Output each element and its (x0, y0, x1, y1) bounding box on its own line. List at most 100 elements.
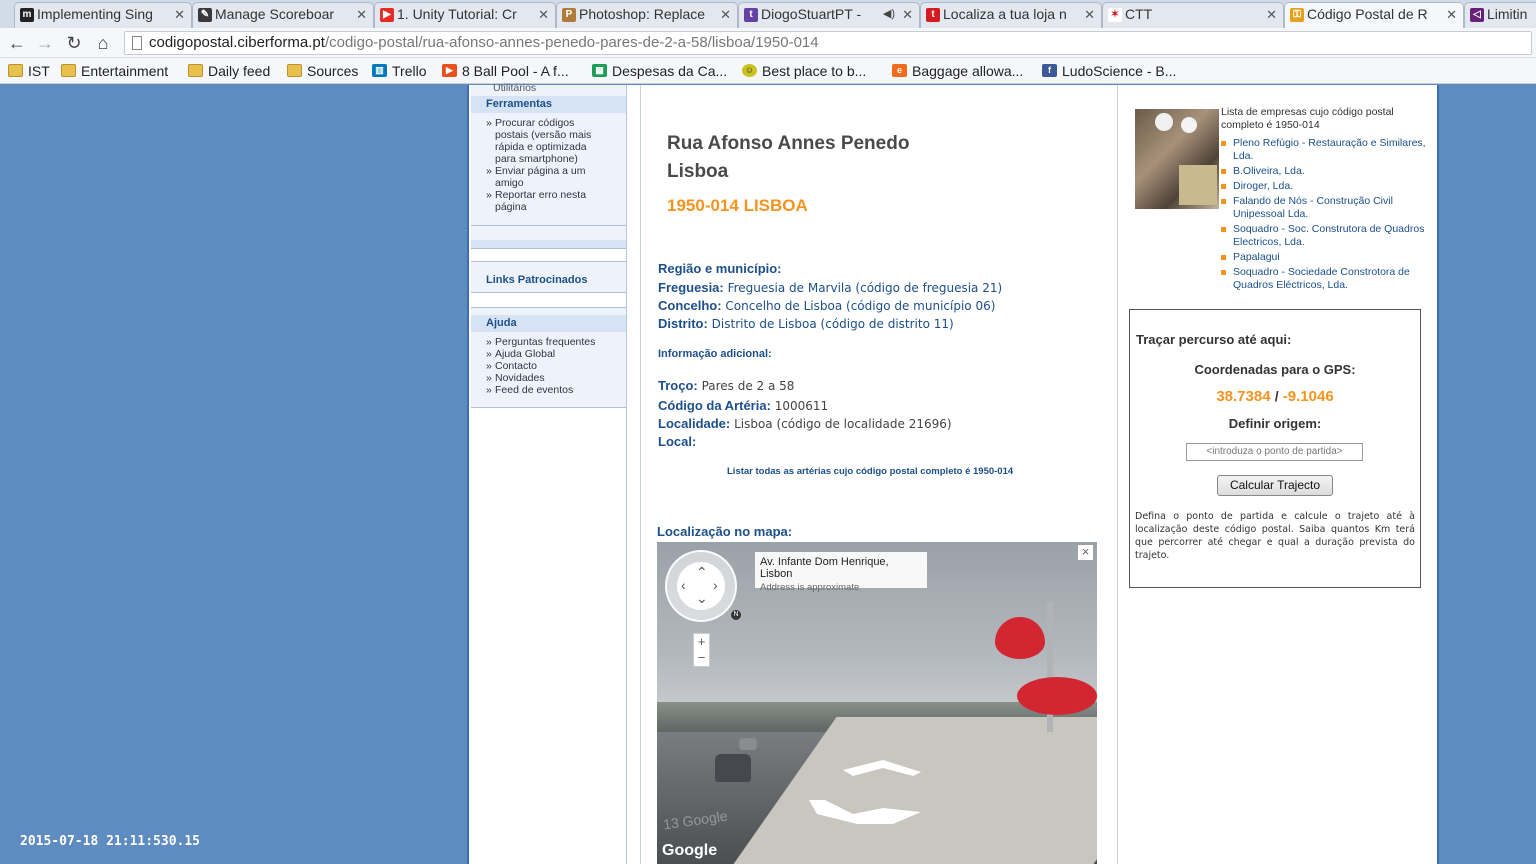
tab-scoreboard[interactable]: ✎ Manage Scoreboar ✕ (192, 2, 374, 28)
ads-description: Lista de empresas cujo código postal com… (1221, 106, 1394, 131)
tab-ctt[interactable]: ✶ CTT ✕ (1102, 2, 1284, 28)
close-icon[interactable]: ✕ (1266, 7, 1277, 23)
t-icon: t (926, 8, 940, 22)
down-icon[interactable]: ⌄ (696, 590, 708, 607)
recording-timestamp: 2015-07-18 21:11:530.15 (20, 834, 201, 849)
link-contacto[interactable]: Contacto (486, 360, 616, 372)
gps-coordinates: 38.7384 / -9.1046 (1130, 388, 1420, 405)
street-view[interactable]: ⌃ ‹ › ⌄ N + − Av. Infante Dom Henrique, … (657, 542, 1097, 864)
freguesia-row: Freguesia: Freguesia de Marvila (código … (658, 280, 1002, 295)
company-link[interactable]: Falando de Nós - Construção Civil Unipes… (1221, 195, 1426, 221)
coord-separator: / (1274, 388, 1279, 404)
address-bar[interactable]: codigopostal.ciberforma.pt/codigo-postal… (124, 31, 1532, 55)
sv-address-box: Av. Infante Dom Henrique, Lisbon Address… (755, 552, 927, 593)
tab-localiza[interactable]: t Localiza a tua loja n ✕ (920, 2, 1102, 28)
key-icon: ⚿ (1290, 8, 1304, 22)
concelho-row: Concelho: Concelho de Lisboa (código de … (658, 298, 995, 313)
close-icon[interactable]: ✕ (720, 7, 731, 23)
bookmark-best-place[interactable]: ☺ Best place to b... (742, 61, 866, 81)
company-link[interactable]: Pleno Refúgio - Restauração e Similares,… (1221, 137, 1426, 163)
close-icon[interactable]: ✕ (356, 7, 367, 23)
up-icon[interactable]: ⌃ (696, 564, 708, 581)
m-icon: m (20, 8, 34, 22)
link-procurar-codigos[interactable]: Procurar códigos postais (versão mais rá… (486, 117, 608, 165)
company-link[interactable]: Soquadro - Soc. Construtora de Quadros E… (1221, 223, 1426, 249)
tab-limiting[interactable]: ◁ Limitin (1464, 2, 1536, 28)
company-link[interactable]: Papalagui (1221, 251, 1426, 264)
back-arrow-icon[interactable] (809, 800, 921, 824)
zoom-in-button[interactable]: + (694, 634, 709, 650)
link-ajuda-global[interactable]: Ajuda Global (486, 348, 616, 360)
bookmark-ist[interactable]: IST (8, 61, 50, 81)
divider (471, 261, 626, 262)
close-icon[interactable]: × (1078, 545, 1093, 560)
compass-n: N (731, 610, 741, 620)
tab-label: Código Postal de R (1307, 6, 1428, 22)
folder-icon (61, 64, 76, 77)
concelho-value[interactable]: Concelho de Lisboa (código de município … (725, 299, 995, 313)
link-novidades[interactable]: Novidades (486, 372, 616, 384)
right-icon[interactable]: › (713, 577, 718, 593)
ctt-icon: ✶ (1108, 8, 1122, 22)
company-link[interactable]: Diroger, Lda. (1221, 180, 1426, 193)
tab-unity[interactable]: ▶ 1. Unity Tutorial: Cr ✕ (374, 2, 556, 28)
bookmark-daily-feed[interactable]: Daily feed (188, 61, 270, 81)
company-link[interactable]: Soquadro - Sociedade Constrotora de Quad… (1221, 266, 1426, 292)
reload-icon[interactable]: ↻ (63, 32, 85, 54)
forward-icon[interactable]: → (34, 32, 56, 54)
company-link[interactable]: B.Oliveira, Lda. (1221, 165, 1426, 178)
forward-arrow-icon[interactable] (843, 760, 921, 776)
left-icon[interactable]: ‹ (681, 577, 686, 593)
tab-photoshop[interactable]: P Photoshop: Replace ✕ (556, 2, 738, 28)
divider (471, 225, 626, 226)
zoom-out-button[interactable]: − (694, 650, 709, 666)
tab-label: DiogoStuartPT - (761, 6, 862, 22)
close-icon[interactable]: ✕ (538, 7, 549, 23)
link-reportar-erro[interactable]: Reportar erro nesta página (486, 189, 608, 213)
bookmark-despesas[interactable]: ▦ Despesas da Ca... (592, 61, 727, 81)
bookmark-8ball[interactable]: ▶ 8 Ball Pool - A f... (442, 61, 569, 81)
tab-codigo-postal[interactable]: ⚿ Código Postal de R ✕ (1284, 2, 1464, 28)
tab-twitch[interactable]: t DiogoStuartPT - ◀) ✕ (738, 2, 920, 28)
bookmark-ludoscience[interactable]: f LudoScience - B... (1042, 61, 1176, 81)
origin-input[interactable]: <introduza o ponto de partida> (1186, 443, 1363, 461)
freguesia-value[interactable]: Freguesia de Marvila (código de freguesi… (728, 281, 1003, 295)
link-feed-eventos[interactable]: Feed de eventos (486, 384, 616, 396)
vs-icon: ◁ (1470, 8, 1484, 22)
bookmark-baggage[interactable]: e Baggage allowa... (892, 61, 1023, 81)
photoshop-icon: P (562, 8, 576, 22)
close-icon[interactable]: ✕ (174, 7, 185, 23)
distrito-value[interactable]: Distrito de Lisboa (código de distrito 1… (712, 317, 954, 331)
ferramentas-list: Procurar códigos postais (versão mais rá… (486, 117, 608, 213)
info-title: Informação adicional: (658, 348, 772, 360)
home-icon[interactable]: ⌂ (92, 32, 114, 54)
browser-toolbar: ← → ↻ ⌂ codigopostal.ciberforma.pt/codig… (0, 28, 1536, 58)
arteria-value: 1000611 (774, 399, 829, 413)
scoreboard-icon: ✎ (198, 8, 212, 22)
bookmark-sources[interactable]: Sources (287, 61, 358, 81)
close-icon[interactable]: ✕ (902, 7, 913, 23)
back-icon[interactable]: ← (6, 32, 28, 54)
calcular-trajecto-button[interactable]: Calcular Trajecto (1217, 475, 1333, 496)
close-icon[interactable]: ✕ (1446, 7, 1457, 23)
bookmark-entertainment[interactable]: Entertainment (61, 61, 168, 81)
map-label: Localização no mapa: (657, 524, 793, 539)
bookmark-label: Despesas da Ca... (612, 63, 728, 79)
close-icon[interactable]: ✕ (1084, 7, 1095, 23)
localidade-row: Localidade: Lisboa (código de localidade… (658, 416, 952, 431)
tab-implementing[interactable]: m Implementing Sing ✕ (14, 2, 192, 28)
sidebar-utilitarios[interactable]: Utilitários (493, 82, 536, 94)
zoom-control[interactable]: + − (693, 633, 710, 667)
troco-key: Troço: (658, 378, 698, 393)
link-enviar-pagina[interactable]: Enviar página a um amigo (486, 165, 608, 189)
bookmark-trello[interactable]: ▥ Trello (372, 61, 427, 81)
ads-photo (1135, 109, 1219, 209)
left-sidebar: Utilitários Ferramentas Procurar códigos… (471, 82, 627, 864)
google-logo[interactable]: Google (662, 842, 717, 860)
sv-compass[interactable]: ⌃ ‹ › ⌄ N (665, 550, 741, 622)
postal-code: 1950-014 LISBOA (667, 196, 808, 215)
pan-control[interactable]: ⌃ ‹ › ⌄ (677, 562, 725, 610)
trello-icon: ▥ (372, 64, 387, 77)
link-perguntas-frequentes[interactable]: Perguntas frequentes (486, 336, 616, 348)
list-arterias-link[interactable]: Listar todas as artérias cujo código pos… (727, 466, 1013, 477)
